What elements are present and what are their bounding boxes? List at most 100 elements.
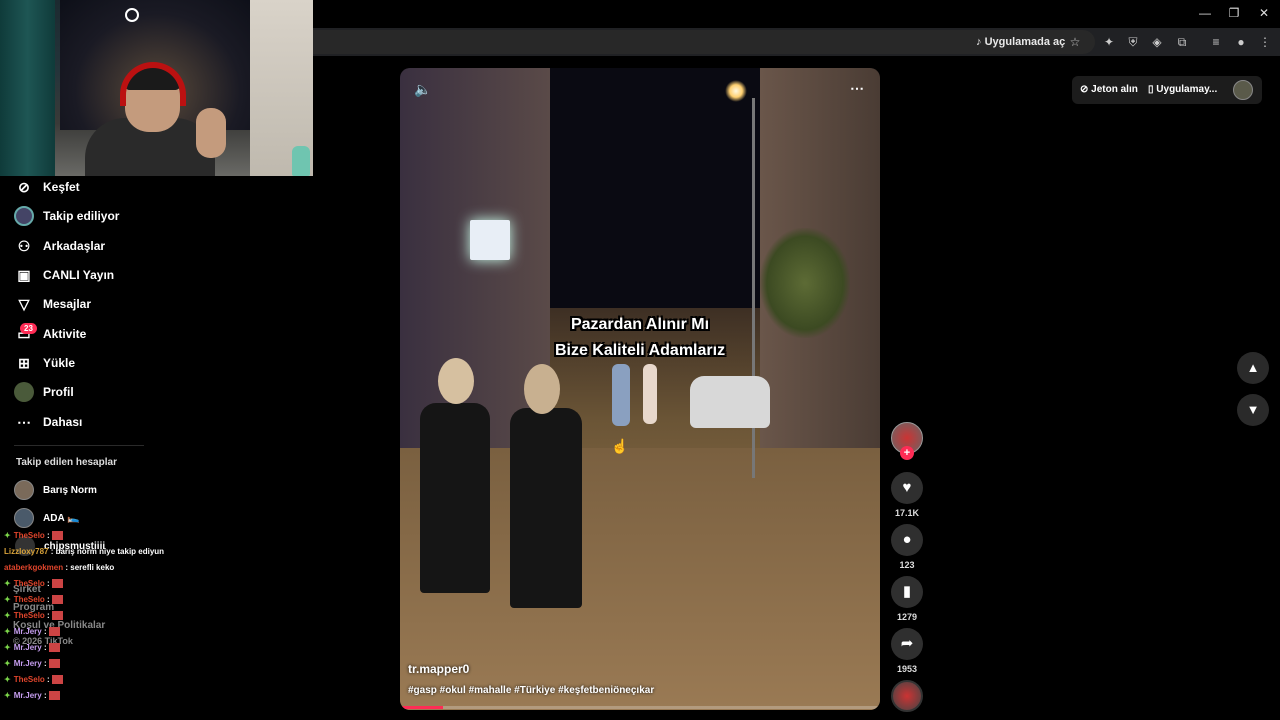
profile-avatar-icon[interactable]: ● — [1232, 33, 1250, 51]
chat-emote-icon — [51, 611, 63, 621]
chat-message: ✦ TheSelo : — [4, 611, 63, 621]
chat-badge-icon: ✦ — [4, 675, 11, 684]
chat-message: ✦ TheSelo : — [4, 579, 63, 589]
chat-username: Mr.Jery — [13, 643, 42, 652]
sidebar-item-profile[interactable]: Profil — [14, 380, 214, 404]
previous-video-button[interactable]: ▲ — [1237, 352, 1269, 384]
chat-username: TheSelo — [13, 611, 45, 620]
chat-badge-icon: ✦ — [4, 611, 11, 620]
chat-text: : barış norm niye takip ediyun — [48, 547, 165, 556]
avatar — [14, 480, 34, 500]
video-figure-right — [510, 408, 582, 608]
like-button[interactable]: ♥ — [891, 472, 923, 504]
following-account[interactable]: Barış Norm — [14, 479, 97, 501]
video-hashtags[interactable]: #gasp #okul #mahalle #Türkiye #keşfetben… — [408, 685, 654, 696]
sidebar-item-label: Mesajlar — [43, 297, 92, 311]
following-account[interactable]: ADA 🛌 — [14, 507, 80, 529]
sidebar-item-more[interactable]: ⋯ Dahası — [14, 410, 214, 434]
chat-message: ✦ TheSelo : — [4, 675, 63, 685]
chat-badge-icon: ✦ — [4, 531, 11, 540]
sidebar-item-messages[interactable]: ▽ Mesajlar — [14, 292, 214, 316]
more-dots-icon[interactable]: ⋯ — [850, 80, 864, 97]
sidebar-item-live[interactable]: ▣ CANLI Yayın — [14, 263, 214, 287]
chevron-down-icon: ▼ — [1246, 402, 1260, 417]
chat-badge-icon: ✦ — [4, 627, 11, 636]
upload-icon: ⊞ — [18, 355, 30, 371]
webcam-curtain — [0, 0, 55, 176]
chat-username: ataberkgokmen — [4, 563, 64, 572]
sidebar-item-activity[interactable]: ▭ Aktivite — [14, 322, 214, 346]
sidebar-item-label: Profil — [43, 385, 74, 399]
chat-emote-icon — [48, 643, 60, 653]
video-parked-car — [690, 376, 770, 428]
video-player[interactable]: Pazardan Alınır Mı Bize Kaliteli Adamlar… — [400, 68, 880, 710]
chat-text: : — [44, 531, 50, 540]
open-in-app-label: Uygulamada aç — [984, 36, 1066, 48]
streamer-hand — [196, 108, 226, 158]
chat-text: : — [44, 579, 50, 588]
chat-username: Mr.Jery — [13, 691, 42, 700]
share-icon: ➦ — [900, 635, 914, 652]
video-figure-head-right — [524, 364, 560, 414]
video-progress-fill — [400, 706, 444, 709]
chat-badge-icon: ✦ — [4, 643, 11, 652]
volume-icon[interactable]: 🔈 — [414, 81, 431, 98]
chat-emote-icon — [48, 691, 60, 701]
chat-message: ✦ TheSelo : — [4, 531, 63, 541]
media-control-icon[interactable]: ≡ — [1207, 33, 1225, 51]
chat-text: : — [44, 675, 50, 684]
chat-username: Lizzloxy787 — [4, 547, 49, 556]
sidebar-item-label: Yükle — [43, 356, 76, 370]
video-author[interactable]: tr.mapper0 — [408, 662, 469, 676]
restore-button[interactable]: ❐ — [1219, 4, 1249, 22]
puzzle-icon[interactable]: ⧉ — [1173, 33, 1191, 51]
video-progress-bar[interactable] — [400, 706, 880, 709]
browser-menu-icon[interactable]: ⋮ — [1256, 33, 1274, 51]
chat-text: : — [41, 627, 47, 636]
chat-badge-icon: ✦ — [4, 579, 11, 588]
comment-count: 123 — [899, 560, 915, 570]
sidebar-item-label: Dahası — [43, 415, 83, 429]
music-disc-icon[interactable] — [891, 680, 923, 712]
close-window-button[interactable]: ✕ — [1249, 4, 1279, 22]
chat-text: : serefli keko — [63, 563, 115, 572]
bookmark-star-icon[interactable]: ☆ — [1066, 33, 1084, 51]
profile-avatar-icon — [14, 382, 34, 402]
following-avatar-icon — [14, 206, 34, 226]
open-in-app-chip[interactable]: ♪ Uygulamada aç — [976, 33, 1065, 51]
video-figure-background-1 — [612, 364, 630, 426]
extension-purple-icon[interactable]: ◈ — [1148, 33, 1166, 51]
streamer-webcam — [0, 0, 313, 176]
user-avatar[interactable] — [1233, 80, 1253, 100]
get-coins-button[interactable]: ⊘ Jeton alın — [1080, 84, 1138, 95]
chat-username: Mr.Jery — [13, 659, 42, 668]
video-caption-line1: Pazardan Alınır Mı — [570, 316, 710, 333]
chat-emote-icon — [48, 659, 60, 669]
share-button[interactable]: ➦ — [891, 628, 923, 660]
save-count: 1279 — [896, 612, 918, 622]
chat-username: TheSelo — [13, 595, 45, 604]
chat-username: TheSelo — [13, 675, 45, 684]
save-button[interactable]: ▮ — [891, 576, 923, 608]
chat-text: : — [44, 595, 50, 604]
comment-button[interactable]: ● — [891, 524, 923, 556]
chat-text: : — [41, 643, 47, 652]
sidebar-item-label: CANLI Yayın — [43, 268, 115, 282]
bookmark-icon: ▮ — [902, 583, 912, 600]
follow-plus-icon[interactable]: + — [900, 446, 914, 460]
like-count: 17.1K — [894, 508, 920, 518]
sidebar-item-following[interactable]: Takip ediliyor — [14, 204, 214, 228]
sidebar-item-upload[interactable]: ⊞ Yükle — [14, 351, 214, 375]
sidebar-item-friends[interactable]: ⚇ Arkadaşlar — [14, 234, 214, 258]
next-video-button[interactable]: ▼ — [1237, 394, 1269, 426]
video-street-lamp — [725, 80, 747, 102]
extension-icon[interactable]: ✦ — [1100, 33, 1118, 51]
shield-icon[interactable]: ⛨ — [1124, 33, 1142, 51]
sidebar-item-explore[interactable]: ⊘ Keşfet — [14, 175, 214, 199]
tiktok-icon: ♪ — [976, 36, 985, 48]
get-app-button[interactable]: ▯ Uygulamay... — [1148, 84, 1217, 95]
minimize-button[interactable]: — — [1190, 4, 1220, 22]
chat-username: TheSelo — [13, 579, 45, 588]
chat-message: ✦Lizzloxy787 : barış norm niye takip edi… — [4, 547, 164, 556]
video-figure-background-2 — [643, 364, 657, 424]
